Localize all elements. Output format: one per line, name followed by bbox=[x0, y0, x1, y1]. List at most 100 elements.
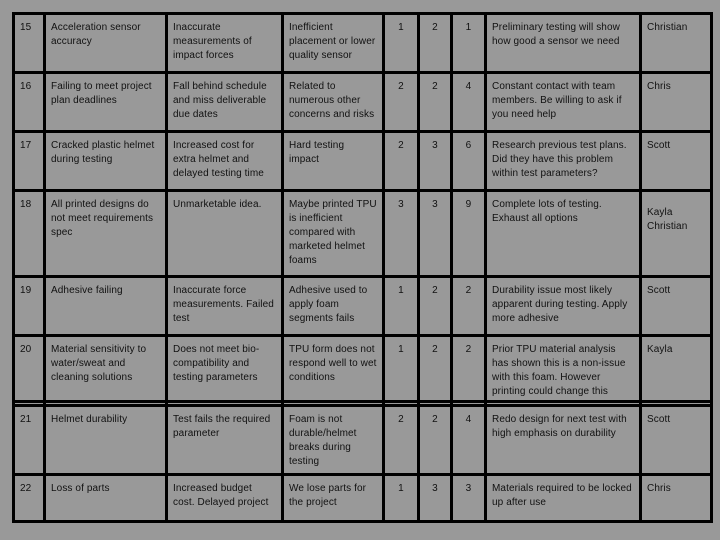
risk-id-cell-text: 21 bbox=[20, 414, 32, 425]
score-cell: 4 bbox=[450, 404, 487, 476]
score-cell-text: 6 bbox=[465, 140, 472, 151]
risk-cell-text: Material sensitivity to water/sweat and … bbox=[51, 344, 147, 383]
risk-id-cell: 19 bbox=[12, 275, 46, 337]
score-cell-text: 4 bbox=[465, 414, 472, 425]
score-cell-text: 9 bbox=[465, 199, 472, 210]
likelihood-cell-text: 1 bbox=[398, 22, 404, 33]
risk-cell: Loss of parts bbox=[43, 473, 168, 523]
cause-cell: Maybe printed TPU is inefficient compare… bbox=[281, 189, 385, 278]
severity-cell: 3 bbox=[417, 130, 453, 192]
severity-cell: 2 bbox=[417, 71, 453, 133]
risk-id-cell: 18 bbox=[12, 189, 46, 278]
owner-cell-text: Kayla bbox=[647, 344, 673, 355]
severity-cell-text: 3 bbox=[432, 483, 438, 494]
severity-cell: 2 bbox=[417, 275, 453, 337]
mitigation-cell-text: Preliminary testing will show how good a… bbox=[492, 22, 620, 47]
risk-id-cell-text: 17 bbox=[20, 140, 32, 151]
owner-cell: Scott bbox=[639, 130, 713, 192]
severity-cell: 3 bbox=[417, 189, 453, 278]
mitigation-cell-text: Prior TPU material analysis has shown th… bbox=[492, 344, 626, 397]
risk-cell-text: Cracked plastic helmet during testing bbox=[51, 140, 155, 165]
risk-id-cell-text: 15 bbox=[20, 22, 32, 33]
impact-cell: Increased budget cost. Delayed project bbox=[165, 473, 284, 523]
impact-cell: Test fails the required parameter bbox=[165, 404, 284, 476]
cause-cell: Related to numerous other concerns and r… bbox=[281, 71, 385, 133]
risk-id-cell: 16 bbox=[12, 71, 46, 133]
risk-cell: Adhesive failing bbox=[43, 275, 168, 337]
risk-cell-text: Adhesive failing bbox=[51, 285, 123, 296]
mitigation-cell: Research previous test plans. Did they h… bbox=[484, 130, 642, 192]
likelihood-cell: 1 bbox=[382, 12, 420, 74]
likelihood-cell: 2 bbox=[382, 404, 420, 476]
owner-cell: Scott bbox=[639, 404, 713, 476]
severity-cell: 2 bbox=[417, 334, 453, 403]
mitigation-cell: Prior TPU material analysis has shown th… bbox=[484, 334, 642, 403]
likelihood-cell: 1 bbox=[382, 473, 420, 523]
risk-id-cell-text: 19 bbox=[20, 285, 32, 296]
mitigation-cell-text: Redo design for next test with high emph… bbox=[492, 414, 627, 439]
owner-cell-text: Scott bbox=[647, 285, 671, 296]
risk-id-cell: 20 bbox=[12, 334, 46, 403]
severity-cell-text: 2 bbox=[432, 81, 438, 92]
score-cell: 4 bbox=[450, 71, 487, 133]
cause-cell: Inefficient placement or lower quality s… bbox=[281, 12, 385, 74]
risk-table: 15 Acceleration sensor accuracy Inaccurate… bbox=[12, 12, 713, 523]
impact-cell: Inaccurate force measurements. Failed te… bbox=[165, 275, 284, 337]
risk-cell: Acceleration sensor accuracy bbox=[43, 12, 168, 74]
owner-cell-text: Christian bbox=[647, 22, 688, 33]
table-row: 20 Material sensitivity to water/sweat an… bbox=[12, 334, 713, 403]
risk-id-cell: 15 bbox=[12, 12, 46, 74]
cause-cell-text: Adhesive used to apply foam segments fai… bbox=[289, 285, 368, 324]
likelihood-cell-text: 2 bbox=[398, 140, 404, 151]
owner-cell-text: Scott bbox=[647, 140, 671, 151]
mitigation-cell: Durability issue most likely apparent du… bbox=[484, 275, 642, 337]
severity-cell-text: 2 bbox=[432, 344, 438, 355]
likelihood-cell-text: 2 bbox=[398, 414, 404, 425]
table-row: 15 Acceleration sensor accuracy Inaccurate… bbox=[12, 12, 713, 74]
table-row: 17 Cracked plastic helmet during testing I… bbox=[12, 130, 713, 192]
mitigation-cell-text: Durability issue most likely apparent du… bbox=[492, 285, 628, 324]
severity-cell: 2 bbox=[417, 404, 453, 476]
likelihood-cell: 2 bbox=[382, 71, 420, 133]
cause-cell: Adhesive used to apply foam segments fai… bbox=[281, 275, 385, 337]
mitigation-cell: Materials required to be locked up after… bbox=[484, 473, 642, 523]
impact-cell: Unmarketable idea. bbox=[165, 189, 284, 278]
impact-cell-text: Fall behind schedule and miss deliverabl… bbox=[173, 81, 267, 120]
mitigation-cell: Preliminary testing will show how good a… bbox=[484, 12, 642, 74]
owner-cell: Scott bbox=[639, 275, 713, 337]
impact-cell: Does not meet bio-compatibility and test… bbox=[165, 334, 284, 403]
impact-cell-text: Unmarketable idea. bbox=[173, 199, 262, 210]
cause-cell-text: TPU form does not respond well to wet co… bbox=[289, 344, 377, 383]
owner-cell-text: Chris bbox=[647, 483, 671, 494]
likelihood-cell: 2 bbox=[382, 130, 420, 192]
likelihood-cell-text: 1 bbox=[398, 344, 404, 355]
impact-cell-text: Test fails the required parameter bbox=[173, 414, 271, 439]
table-row: 16 Failing to meet project plan deadlines… bbox=[12, 71, 713, 133]
score-cell: 9 bbox=[450, 189, 487, 278]
cause-cell-text: Foam is not durable/helmet breaks during… bbox=[289, 414, 357, 467]
risk-cell: Helmet durability bbox=[43, 404, 168, 476]
risk-cell-text: Acceleration sensor accuracy bbox=[51, 22, 141, 47]
cause-cell-text: Maybe printed TPU is inefficient compare… bbox=[289, 199, 377, 266]
likelihood-cell-text: 2 bbox=[398, 81, 404, 92]
score-cell-text: 1 bbox=[465, 22, 472, 33]
owner-cell: Christian bbox=[639, 12, 713, 74]
cause-cell-text: Related to numerous other concerns and r… bbox=[289, 81, 375, 120]
risk-id-cell: 22 bbox=[12, 473, 46, 523]
cause-cell: Foam is not durable/helmet breaks during… bbox=[281, 404, 385, 476]
cause-cell-text: Inefficient placement or lower quality s… bbox=[289, 22, 376, 61]
table-row: 18 All printed designs do not meet requir… bbox=[12, 189, 713, 278]
mitigation-cell: Constant contact with team members. Be w… bbox=[484, 71, 642, 133]
owner-cell: Chris bbox=[639, 71, 713, 133]
cause-cell-text: We lose parts for the project bbox=[289, 483, 367, 508]
likelihood-cell: 1 bbox=[382, 275, 420, 337]
impact-cell-text: Does not meet bio-compatibility and test… bbox=[173, 344, 260, 383]
severity-cell: 3 bbox=[417, 473, 453, 523]
cause-cell: We lose parts for the project bbox=[281, 473, 385, 523]
table-row: 19 Adhesive failing Inaccurate force measu… bbox=[12, 275, 713, 337]
risk-cell-text: All printed designs do not meet requirem… bbox=[51, 199, 154, 238]
risk-id-cell-text: 20 bbox=[20, 344, 32, 355]
impact-cell: Fall behind schedule and miss deliverabl… bbox=[165, 71, 284, 133]
owner-cell-text: Chris bbox=[647, 81, 671, 92]
impact-cell-text: Inaccurate force measurements. Failed te… bbox=[173, 285, 274, 324]
